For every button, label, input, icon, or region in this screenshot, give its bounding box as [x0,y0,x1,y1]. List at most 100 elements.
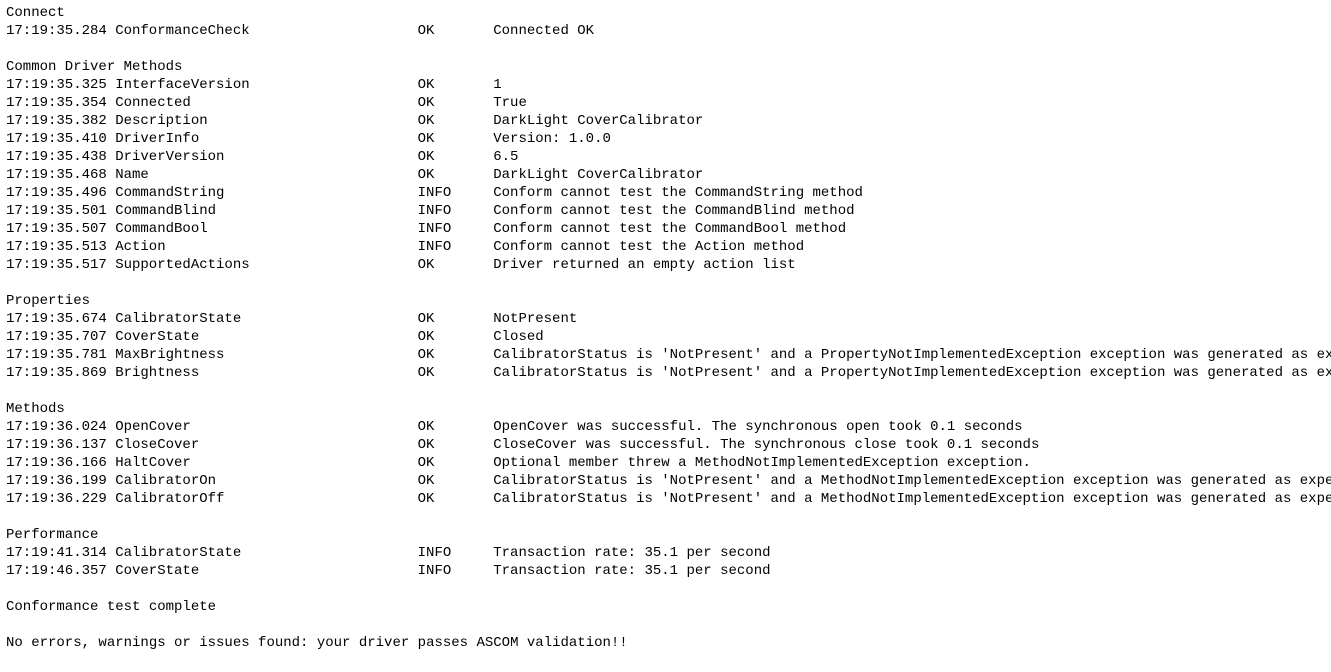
log-item-name: Connected [115,94,417,112]
log-item-name: InterfaceVersion [115,76,417,94]
log-message: DarkLight CoverCalibrator [493,113,703,129]
log-status: INFO [418,184,494,202]
log-row: 17:19:36.166HaltCoverOKOptional member t… [6,454,1325,472]
log-message: Transaction rate: 35.1 per second [493,545,770,561]
log-timestamp: 17:19:36.199 [6,472,115,490]
section-header: Properties [6,292,1325,310]
log-item-name: DriverVersion [115,148,417,166]
log-row: 17:19:36.137CloseCoverOKCloseCover was s… [6,436,1325,454]
log-row: 17:19:35.438DriverVersionOK6.5 [6,148,1325,166]
log-status: OK [418,436,494,454]
log-row: 17:19:35.496CommandStringINFOConform can… [6,184,1325,202]
log-status: INFO [418,220,494,238]
log-message: DarkLight CoverCalibrator [493,167,703,183]
log-status: OK [418,472,494,490]
log-status: OK [418,76,494,94]
log-row: 17:19:36.229CalibratorOffOKCalibratorSta… [6,490,1325,508]
log-timestamp: 17:19:35.513 [6,238,115,256]
log-message: Driver returned an empty action list [493,257,795,273]
log-item-name: Description [115,112,417,130]
blank-line [6,274,1325,292]
log-row: 17:19:35.354ConnectedOKTrue [6,94,1325,112]
log-item-name: CommandBlind [115,202,417,220]
log-status: OK [418,418,494,436]
log-row: 17:19:35.284ConformanceCheckOKConnected … [6,22,1325,40]
log-message: 6.5 [493,149,518,165]
log-row: 17:19:35.707CoverStateOKClosed [6,328,1325,346]
log-message: Conform cannot test the CommandString me… [493,185,863,201]
log-status: OK [418,22,494,40]
log-timestamp: 17:19:46.357 [6,562,115,580]
log-timestamp: 17:19:35.325 [6,76,115,94]
log-timestamp: 17:19:35.468 [6,166,115,184]
log-item-name: OpenCover [115,418,417,436]
blank-line [6,40,1325,58]
log-timestamp: 17:19:35.410 [6,130,115,148]
log-message: Conform cannot test the CommandBlind met… [493,203,854,219]
log-item-name: CalibratorOn [115,472,417,490]
log-timestamp: 17:19:35.869 [6,364,115,382]
log-row: 17:19:35.781MaxBrightnessOKCalibratorSta… [6,346,1325,364]
log-status: OK [418,364,494,382]
log-row: 17:19:35.869BrightnessOKCalibratorStatus… [6,364,1325,382]
blank-line [6,616,1325,634]
log-result: No errors, warnings or issues found: you… [6,634,1325,652]
log-message: 1 [493,77,501,93]
log-item-name: Name [115,166,417,184]
log-status: INFO [418,238,494,256]
log-status: OK [418,166,494,184]
log-item-name: CoverState [115,562,417,580]
log-timestamp: 17:19:35.496 [6,184,115,202]
conformance-log: Connect17:19:35.284ConformanceCheckOKCon… [0,0,1331,656]
log-message: CalibratorStatus is 'NotPresent' and a M… [493,491,1331,507]
log-timestamp: 17:19:35.507 [6,220,115,238]
blank-line [6,508,1325,526]
log-item-name: HaltCover [115,454,417,472]
log-item-name: CalibratorOff [115,490,417,508]
log-row: 17:19:35.501CommandBlindINFOConform cann… [6,202,1325,220]
log-timestamp: 17:19:35.674 [6,310,115,328]
log-status: OK [418,454,494,472]
log-message: Conform cannot test the Action method [493,239,804,255]
section-header: Performance [6,526,1325,544]
log-timestamp: 17:19:36.229 [6,490,115,508]
log-status: INFO [418,562,494,580]
log-complete: Conformance test complete [6,598,1325,616]
log-status: OK [418,256,494,274]
blank-line [6,580,1325,598]
log-item-name: CalibratorState [115,310,417,328]
log-timestamp: 17:19:35.438 [6,148,115,166]
log-timestamp: 17:19:35.382 [6,112,115,130]
log-status: OK [418,148,494,166]
log-item-name: DriverInfo [115,130,417,148]
log-item-name: SupportedActions [115,256,417,274]
blank-line [6,382,1325,400]
log-timestamp: 17:19:35.501 [6,202,115,220]
log-message: Version: 1.0.0 [493,131,611,147]
log-timestamp: 17:19:35.354 [6,94,115,112]
log-message: OpenCover was successful. The synchronou… [493,419,1022,435]
log-item-name: Brightness [115,364,417,382]
log-row: 17:19:35.517SupportedActionsOKDriver ret… [6,256,1325,274]
log-timestamp: 17:19:36.024 [6,418,115,436]
log-item-name: MaxBrightness [115,346,417,364]
log-status: INFO [418,544,494,562]
log-status: OK [418,490,494,508]
log-row: 17:19:36.024OpenCoverOKOpenCover was suc… [6,418,1325,436]
log-message: CalibratorStatus is 'NotPresent' and a P… [493,365,1331,381]
log-status: INFO [418,202,494,220]
log-status: OK [418,130,494,148]
log-item-name: CommandBool [115,220,417,238]
log-row: 17:19:35.674CalibratorStateOKNotPresent [6,310,1325,328]
log-status: OK [418,310,494,328]
log-item-name: CoverState [115,328,417,346]
log-timestamp: 17:19:36.166 [6,454,115,472]
log-message: Closed [493,329,543,345]
log-message: NotPresent [493,311,577,327]
section-header: Common Driver Methods [6,58,1325,76]
log-timestamp: 17:19:35.707 [6,328,115,346]
log-row: 17:19:35.382DescriptionOKDarkLight Cover… [6,112,1325,130]
log-row: 17:19:35.468NameOKDarkLight CoverCalibra… [6,166,1325,184]
log-message: Optional member threw a MethodNotImpleme… [493,455,1031,471]
log-row: 17:19:35.507CommandBoolINFOConform canno… [6,220,1325,238]
